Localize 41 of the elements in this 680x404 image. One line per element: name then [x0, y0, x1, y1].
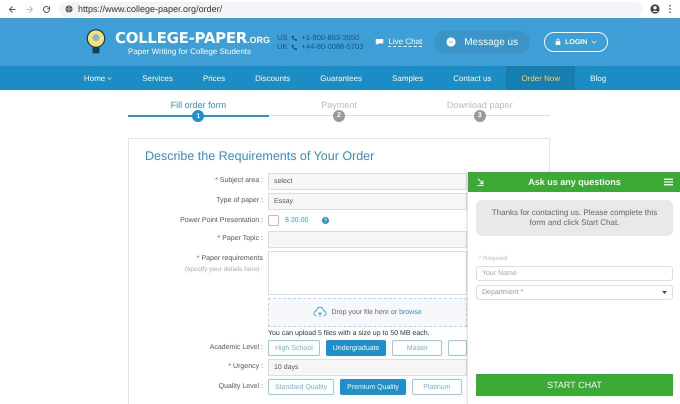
globe-icon — [65, 5, 73, 13]
caret-icon — [591, 40, 598, 44]
step-label: Payment — [321, 100, 357, 110]
back-icon[interactable] — [8, 4, 17, 14]
messenger-icon — [446, 37, 456, 47]
forward-icon[interactable] — [25, 4, 34, 14]
reload-icon[interactable] — [42, 4, 51, 14]
chat-message: Thanks for contacting us. Please complete this form and click Start Chat. — [476, 200, 673, 236]
cloud-upload-icon — [313, 307, 328, 318]
live-chat-link[interactable]: Live Chat — [388, 37, 422, 47]
step-label: Fill order form — [170, 100, 226, 110]
minimize-icon[interactable] — [476, 178, 485, 186]
text-field[interactable] — [268, 231, 467, 248]
option-button[interactable] — [448, 340, 467, 356]
nav-item[interactable]: Guarantees — [305, 66, 378, 90]
tagline: Paper Writing for College Students — [128, 46, 252, 56]
caret-icon — [662, 291, 667, 294]
nav-item[interactable]: Services — [127, 66, 188, 90]
account-icon[interactable] — [650, 4, 660, 14]
lightbulb-icon — [85, 28, 107, 56]
help-icon[interactable] — [322, 217, 330, 224]
start-chat-button[interactable]: START CHAT — [476, 374, 673, 396]
address-bar[interactable]: https://www.college-paper.org/order/ — [59, 2, 642, 16]
nav-item[interactable]: Samples — [377, 66, 438, 90]
checkbox[interactable] — [268, 215, 279, 226]
nav-item[interactable]: Contact us — [438, 66, 506, 90]
brand-suffix: .ORG — [247, 34, 270, 44]
nav-item[interactable]: Discounts — [240, 66, 306, 90]
step-label: Download paper — [446, 100, 512, 110]
chat-bubble-icon — [375, 38, 384, 46]
nav-item[interactable]: Prices — [188, 66, 240, 90]
menu-icon[interactable] — [668, 4, 672, 14]
lock-icon — [555, 38, 562, 46]
nav-item[interactable]: Order Now — [506, 66, 576, 90]
nav-item[interactable]: Home — [68, 66, 128, 90]
message-us-button[interactable]: Message us — [434, 30, 530, 54]
nav-item[interactable]: Blog — [575, 66, 622, 90]
chat-title: Ask us any questions — [528, 177, 621, 187]
form-title: Describe the Requirements of Your Order — [145, 149, 376, 163]
caret-icon — [107, 76, 112, 80]
brand-name[interactable]: COLLEGE-PAPER — [115, 28, 248, 46]
